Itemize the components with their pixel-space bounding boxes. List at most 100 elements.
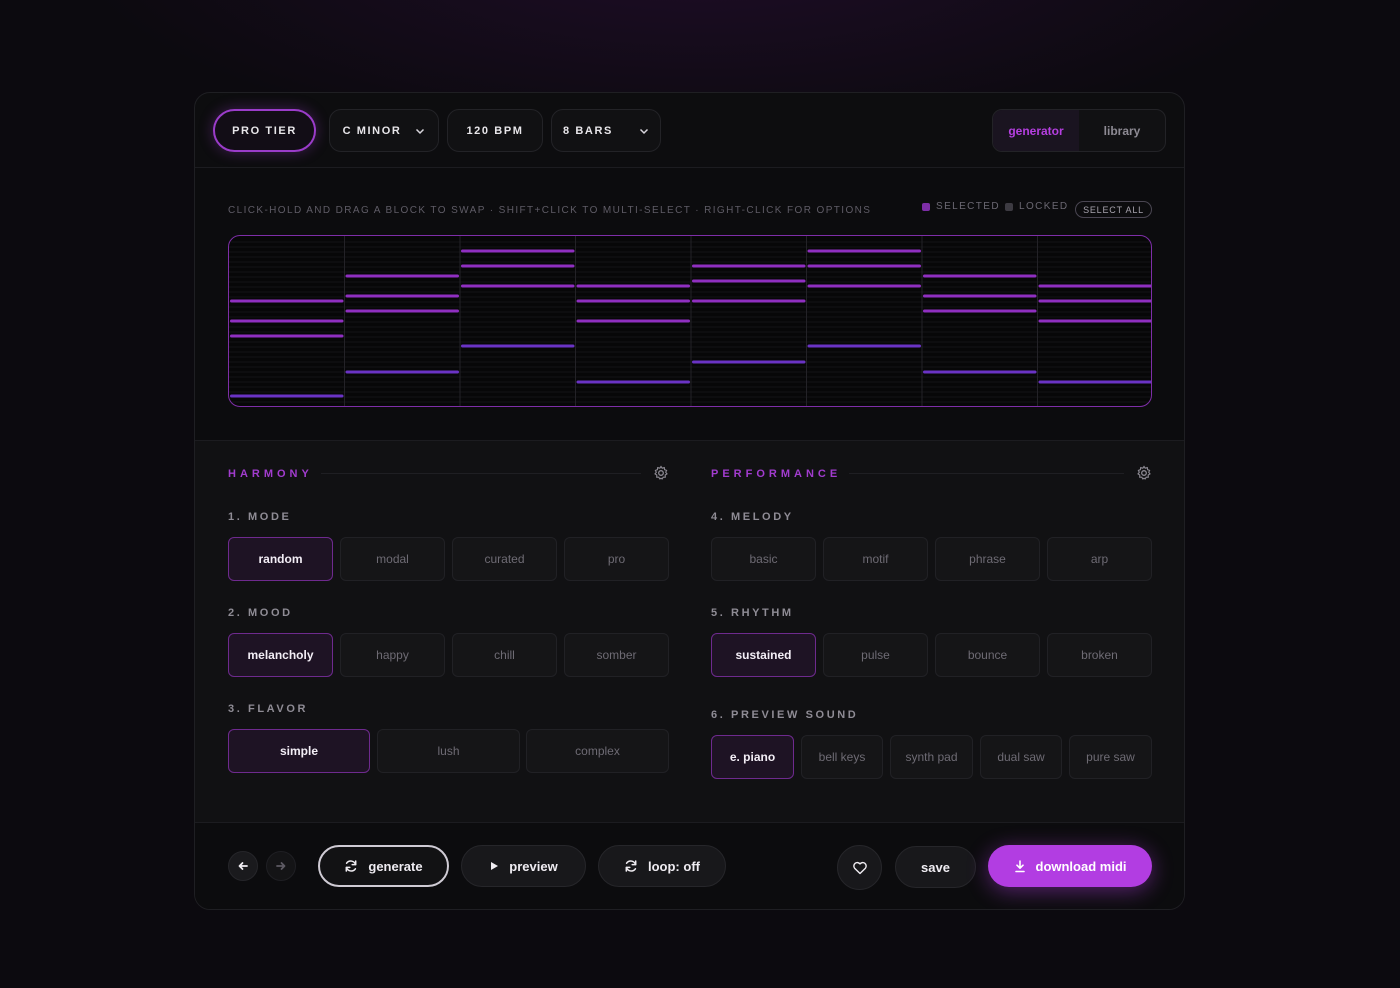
chord-note[interactable]: [345, 294, 460, 298]
mood-label: 2. MOOD: [228, 607, 293, 619]
rhythm-option-bounce[interactable]: bounce: [935, 633, 1040, 677]
play-icon: [491, 862, 499, 870]
melody-option-arp[interactable]: arp: [1047, 537, 1152, 581]
melody-option-phrase[interactable]: phrase: [935, 537, 1040, 581]
save-label: save: [921, 859, 950, 875]
sound-option-bell-keys[interactable]: bell keys: [801, 735, 883, 779]
rhythm-label: 5. RHYTHM: [711, 607, 794, 619]
flavor-option-complex[interactable]: complex: [526, 729, 669, 773]
chord-note[interactable]: [576, 319, 691, 323]
mode-option-modal[interactable]: modal: [340, 537, 445, 581]
chord-note[interactable]: [230, 299, 344, 303]
settings-panel: HARMONY PERFORMANCE 1. MODE random modal…: [195, 440, 1184, 822]
chord-note[interactable]: [1038, 284, 1153, 288]
melody-option-basic[interactable]: basic: [711, 537, 816, 581]
top-bar: PRO TIER C MINOR 120 BPM 8 BARS generato…: [195, 93, 1184, 168]
loop-toggle[interactable]: loop: off: [598, 845, 726, 887]
piano-roll-canvas[interactable]: [229, 236, 1152, 407]
bpm-field[interactable]: 120 BPM: [447, 109, 543, 152]
mood-option-chill[interactable]: chill: [452, 633, 557, 677]
bass-note[interactable]: [461, 344, 575, 348]
chord-note[interactable]: [692, 264, 806, 268]
bass-note[interactable]: [692, 360, 806, 364]
mode-label: 1. MODE: [228, 511, 292, 523]
bar-block[interactable]: [692, 264, 806, 364]
locked-swatch: [1005, 202, 1013, 211]
gear-icon[interactable]: [653, 465, 669, 481]
key-select[interactable]: C MINOR: [329, 109, 439, 152]
view-tabs: generator library: [992, 109, 1166, 152]
redo-button[interactable]: [266, 851, 296, 881]
bar-block[interactable]: [923, 274, 1037, 374]
mood-option-melancholy[interactable]: melancholy: [228, 633, 333, 677]
chord-note[interactable]: [230, 334, 344, 338]
piano-roll[interactable]: [228, 235, 1152, 407]
undo-button[interactable]: [228, 851, 258, 881]
chord-note[interactable]: [230, 319, 344, 323]
bass-note[interactable]: [807, 344, 922, 348]
chord-note[interactable]: [692, 279, 806, 283]
flavor-option-simple[interactable]: simple: [228, 729, 370, 773]
melody-option-motif[interactable]: motif: [823, 537, 928, 581]
gear-icon[interactable]: [1136, 465, 1152, 481]
bar-block[interactable]: [1038, 284, 1153, 384]
save-button[interactable]: save: [895, 846, 976, 888]
bar-block[interactable]: [807, 249, 922, 348]
roll-hint: CLICK-HOLD AND DRAG A BLOCK TO SWAP · SH…: [228, 205, 872, 216]
flavor-option-lush[interactable]: lush: [377, 729, 520, 773]
chord-note[interactable]: [807, 284, 922, 288]
chord-note[interactable]: [461, 284, 575, 288]
tab-generator[interactable]: generator: [993, 110, 1079, 151]
bar-block[interactable]: [576, 284, 691, 384]
bass-note[interactable]: [230, 394, 344, 398]
sound-option-dual-saw[interactable]: dual saw: [980, 735, 1062, 779]
chord-note[interactable]: [923, 274, 1037, 278]
mode-option-pro[interactable]: pro: [564, 537, 669, 581]
chord-note[interactable]: [692, 299, 806, 303]
bars-select[interactable]: 8 BARS: [551, 109, 661, 152]
bass-note[interactable]: [576, 380, 691, 384]
chord-note[interactable]: [576, 284, 691, 288]
tab-library[interactable]: library: [1079, 110, 1165, 151]
chord-note[interactable]: [807, 264, 922, 268]
chord-note[interactable]: [923, 294, 1037, 298]
download-label: download midi: [1035, 858, 1127, 874]
mood-option-happy[interactable]: happy: [340, 633, 445, 677]
mode-option-curated[interactable]: curated: [452, 537, 557, 581]
generate-button[interactable]: generate: [318, 845, 449, 887]
bar-block[interactable]: [461, 249, 575, 348]
melody-label: 4. MELODY: [711, 511, 794, 523]
selected-swatch: [922, 202, 930, 211]
chord-note[interactable]: [461, 249, 575, 253]
bars-label: 8 BARS: [563, 124, 613, 137]
chord-note[interactable]: [345, 309, 460, 313]
rhythm-option-pulse[interactable]: pulse: [823, 633, 928, 677]
legend-locked-label: LOCKED: [1019, 201, 1069, 212]
bass-note[interactable]: [923, 370, 1037, 374]
sound-option-synth-pad[interactable]: synth pad: [890, 735, 973, 779]
chord-note[interactable]: [807, 249, 922, 253]
chord-note[interactable]: [345, 274, 460, 278]
favorite-button[interactable]: [837, 845, 882, 890]
tier-badge[interactable]: PRO TIER: [213, 109, 316, 152]
chord-note[interactable]: [1038, 299, 1153, 303]
chord-note[interactable]: [576, 299, 691, 303]
chord-note[interactable]: [923, 309, 1037, 313]
chevron-down-icon: [639, 128, 648, 134]
preview-button[interactable]: preview: [461, 845, 586, 887]
bass-note[interactable]: [1038, 380, 1153, 384]
action-bar: generate preview loop: off save download…: [195, 822, 1184, 909]
bar-block[interactable]: [345, 274, 460, 374]
chord-note[interactable]: [1038, 319, 1153, 323]
bar-block[interactable]: [230, 299, 344, 398]
download-midi-button[interactable]: download midi: [988, 845, 1152, 887]
select-all-button[interactable]: SELECT ALL: [1075, 201, 1152, 218]
sound-option-pure-saw[interactable]: pure saw: [1069, 735, 1152, 779]
bass-note[interactable]: [345, 370, 460, 374]
mood-option-somber[interactable]: somber: [564, 633, 669, 677]
mode-option-random[interactable]: random: [228, 537, 333, 581]
rhythm-option-sustained[interactable]: sustained: [711, 633, 816, 677]
rhythm-option-broken[interactable]: broken: [1047, 633, 1152, 677]
chord-note[interactable]: [461, 264, 575, 268]
sound-option-epiano[interactable]: e. piano: [711, 735, 794, 779]
